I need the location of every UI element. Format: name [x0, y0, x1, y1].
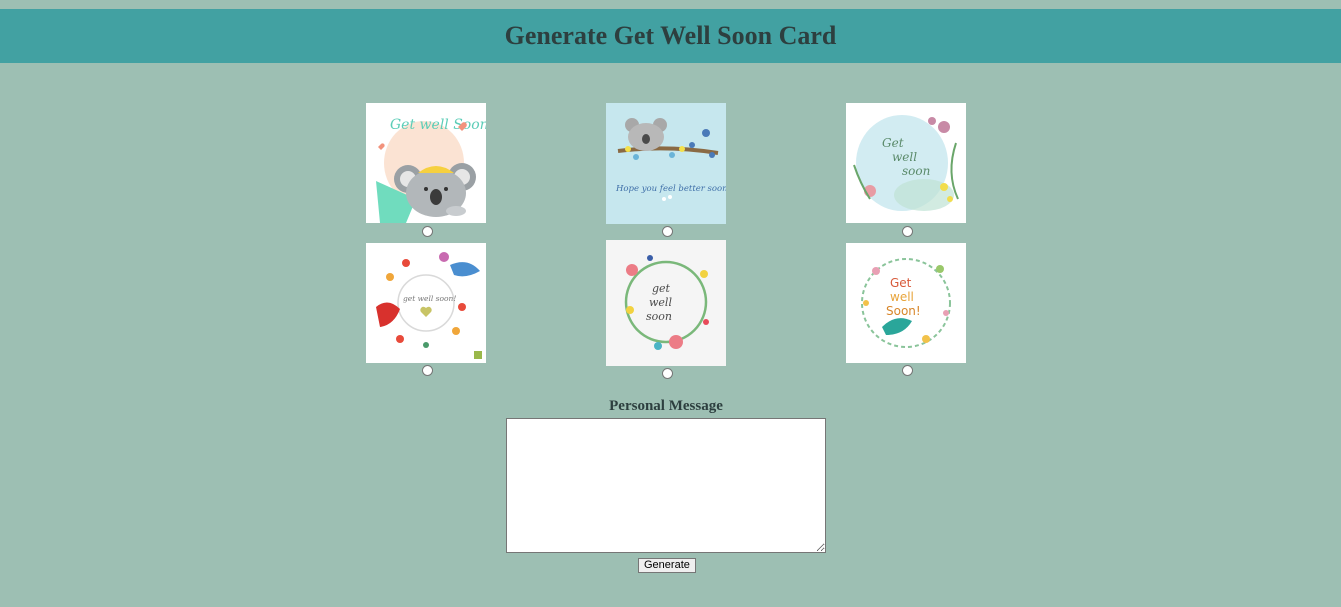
- personal-message-input[interactable]: [506, 418, 826, 553]
- card-radio-2[interactable]: [662, 226, 673, 237]
- card-image-3[interactable]: Get well soon: [846, 103, 966, 223]
- card-option-6[interactable]: Get well Soon!: [846, 243, 966, 376]
- watercolor-wreath-art: Get well soon: [846, 103, 966, 223]
- svg-text:well: well: [890, 290, 914, 304]
- svg-text:soon: soon: [902, 164, 930, 178]
- card-text-2: Hope you feel better soon: [615, 184, 726, 194]
- card-option-3[interactable]: Get well soon: [846, 103, 966, 237]
- card-option-5[interactable]: get well soon: [606, 240, 726, 379]
- svg-text:well: well: [649, 296, 672, 309]
- koala-branch-card-art: Hope you feel better soon: [606, 103, 726, 224]
- floral-wreath-art: get well soon: [606, 240, 726, 366]
- card-option-2[interactable]: Hope you feel better soon: [606, 103, 726, 237]
- svg-text:well: well: [892, 150, 917, 164]
- card-text-4: get well soon!: [403, 294, 456, 303]
- page-title: Generate Get Well Soon Card: [504, 21, 837, 50]
- card-radio-5[interactable]: [662, 368, 673, 379]
- personal-message-label: Personal Message: [609, 398, 723, 414]
- card-option-1[interactable]: Get well Soon: [366, 103, 486, 237]
- card-image-2[interactable]: Hope you feel better soon: [606, 103, 726, 224]
- page: Generate Get Well Soon Card Get well Soo…: [0, 0, 1341, 607]
- birds-flowers-art: get well soon!: [366, 243, 486, 363]
- generate-button[interactable]: Generate: [638, 558, 696, 573]
- svg-text:get: get: [652, 282, 671, 295]
- header-bar: Generate Get Well Soon Card: [0, 9, 1341, 63]
- card-image-5[interactable]: get well soon: [606, 240, 726, 366]
- card-text-1: Get well Soon: [390, 117, 486, 133]
- card-option-4[interactable]: get well soon!: [366, 243, 486, 376]
- card-radio-3[interactable]: [902, 226, 913, 237]
- card-image-6[interactable]: Get well Soon!: [846, 243, 966, 363]
- svg-text:Get: Get: [882, 136, 904, 150]
- svg-text:soon: soon: [646, 310, 672, 323]
- card-image-1[interactable]: Get well Soon: [366, 103, 486, 223]
- card-radio-6[interactable]: [902, 365, 913, 376]
- bird-wreath-art: Get well Soon!: [846, 243, 966, 363]
- card-image-4[interactable]: get well soon!: [366, 243, 486, 363]
- card-radio-1[interactable]: [422, 226, 433, 237]
- card-radio-4[interactable]: [422, 365, 433, 376]
- koala-card-art: Get well Soon: [366, 103, 486, 223]
- svg-text:Soon!: Soon!: [886, 304, 921, 318]
- svg-text:Get: Get: [890, 276, 912, 290]
